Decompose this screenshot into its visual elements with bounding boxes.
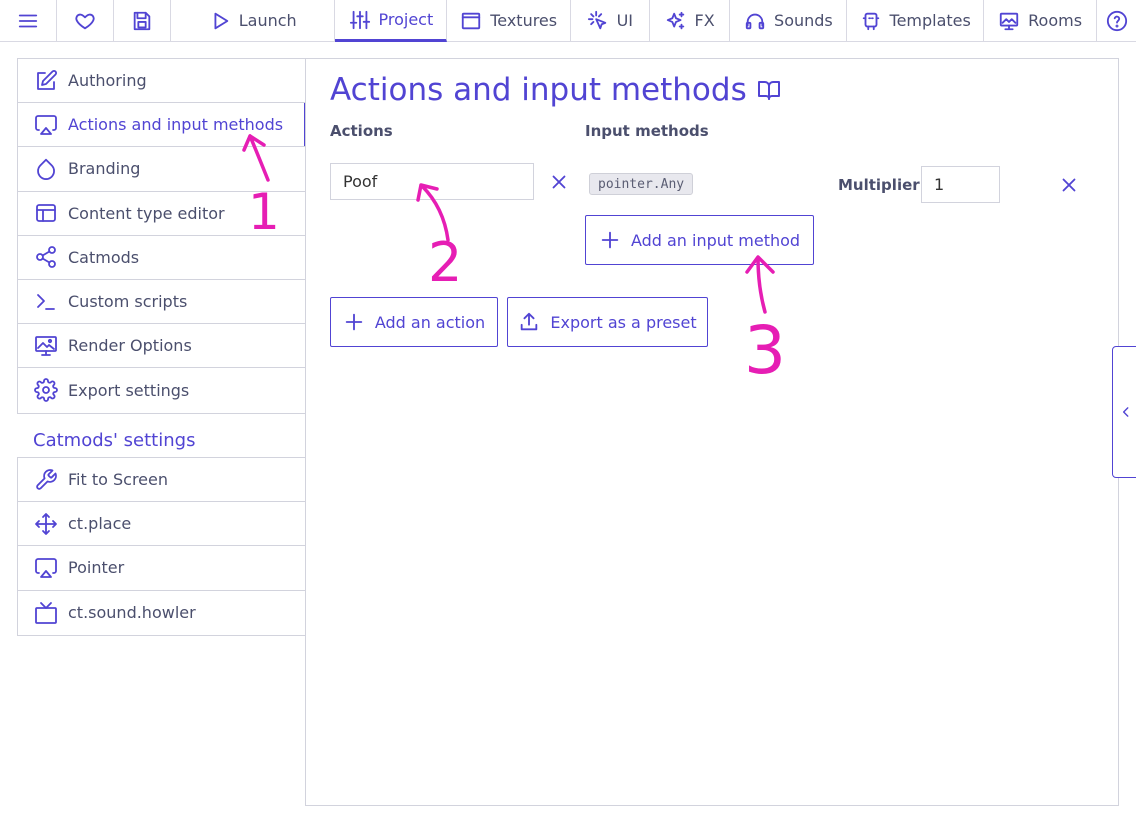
- sidebar-item-label: Pointer: [68, 558, 125, 578]
- book-open-icon[interactable]: [757, 78, 781, 102]
- sidebar-item-branding[interactable]: Branding: [18, 147, 306, 192]
- plus-icon: [345, 313, 363, 331]
- page-title-text: Actions and input methods: [330, 72, 747, 108]
- room-icon: [999, 12, 1019, 30]
- droplet-icon: [37, 158, 55, 180]
- sidebar-item-content-type-editor[interactable]: Content type editor: [18, 192, 306, 236]
- input-method-code: pointer.Any: [589, 173, 694, 195]
- layout-icon: [36, 204, 56, 223]
- actions-column-header: Actions: [330, 122, 393, 140]
- delete-input-method-button[interactable]: [1058, 174, 1080, 196]
- save-button[interactable]: [114, 0, 172, 41]
- export-preset-button[interactable]: Export as a preset: [507, 297, 708, 347]
- help-button[interactable]: [1097, 0, 1136, 41]
- tab-ui-label: UI: [616, 11, 634, 30]
- sidebar-item-label: ct.sound.howler: [68, 603, 196, 623]
- tab-launch-label: Launch: [238, 11, 297, 30]
- sidebar-item-custom-scripts[interactable]: Custom scripts: [18, 280, 306, 325]
- airplay-icon: [35, 558, 57, 578]
- tab-fx-label: FX: [694, 11, 715, 30]
- save-icon: [133, 11, 151, 30]
- add-action-button[interactable]: Add an action: [330, 297, 498, 347]
- catmods-settings-list: Fit to Screen ct.place Pointer ct.sound.…: [17, 457, 306, 636]
- sidebar-item-actions[interactable]: Actions and input methods: [18, 103, 306, 148]
- close-icon: [1062, 178, 1076, 192]
- sliders-icon: [349, 10, 370, 29]
- close-icon: [552, 175, 566, 189]
- sidebar-item-catmods[interactable]: Catmods: [18, 236, 306, 280]
- tab-templates-label: Templates: [889, 11, 971, 30]
- sidebar-item-label: Fit to Screen: [68, 470, 168, 490]
- share-nodes-icon: [36, 246, 56, 269]
- add-action-label: Add an action: [374, 312, 486, 332]
- sidebar-item-ct-place[interactable]: ct.place: [18, 502, 306, 547]
- edit-icon: [37, 69, 57, 90]
- chevron-left-icon: [1122, 407, 1129, 417]
- tab-ui[interactable]: UI: [571, 0, 650, 41]
- terminal-icon: [37, 293, 55, 310]
- tab-textures[interactable]: Textures: [447, 0, 571, 41]
- sidebar-item-label: Render Options: [68, 336, 192, 356]
- page-title: Actions and input methods: [330, 72, 781, 108]
- tab-sounds[interactable]: Sounds: [730, 0, 848, 41]
- gear-icon: [34, 378, 58, 403]
- upload-icon: [521, 312, 538, 331]
- tab-sounds-label: Sounds: [774, 11, 833, 30]
- favorites-button[interactable]: [57, 0, 115, 41]
- airplay-icon: [35, 114, 57, 135]
- input-methods-column-header: Input methods: [585, 122, 709, 140]
- add-input-method-button[interactable]: Add an input method: [585, 215, 814, 265]
- sidebar-item-label: ct.place: [68, 514, 132, 534]
- delete-action-button[interactable]: [548, 171, 570, 193]
- sidebar-item-label: Content type editor: [68, 203, 225, 223]
- sidebar-item-authoring[interactable]: Authoring: [18, 59, 306, 104]
- plus-icon: [601, 231, 619, 249]
- sidebar-item-pointer[interactable]: Pointer: [18, 546, 306, 591]
- heart-icon: [75, 13, 95, 29]
- tab-fx[interactable]: FX: [650, 0, 731, 41]
- tab-textures-label: Textures: [490, 11, 558, 30]
- tab-project-label: Project: [378, 10, 434, 29]
- sidebar-item-label: Branding: [68, 159, 141, 179]
- tab-templates[interactable]: Templates: [847, 0, 985, 41]
- project-settings-list: Authoring Actions and input methods Bran…: [17, 58, 306, 414]
- monitor-image-icon: [35, 335, 57, 356]
- sidebar-item-label: Authoring: [68, 71, 147, 91]
- add-input-method-label: Add an input method: [630, 230, 801, 250]
- texture-icon: [462, 12, 481, 29]
- sidebar-item-ct-sound-howler[interactable]: ct.sound.howler: [18, 591, 306, 635]
- sidebar-item-fit-to-screen[interactable]: Fit to Screen: [18, 458, 306, 503]
- headphones-icon: [745, 13, 765, 29]
- menu-button[interactable]: [0, 0, 58, 41]
- cursor-click-icon: [587, 10, 606, 29]
- collapse-side-panel-button[interactable]: [1112, 346, 1136, 478]
- multiplier-label: Multiplier:: [838, 176, 926, 194]
- hamburger-menu-icon: [18, 14, 38, 27]
- template-icon: [862, 12, 879, 30]
- sidebar-item-label: Custom scripts: [68, 292, 188, 312]
- export-preset-label: Export as a preset: [550, 312, 697, 332]
- sparkles-icon: [666, 11, 684, 29]
- tab-launch[interactable]: Launch: [171, 0, 336, 41]
- top-navigation: Launch Project Textures UI FX Sounds Tem…: [0, 0, 1136, 42]
- tv-icon: [35, 601, 57, 624]
- sidebar-item-label: Actions and input methods: [68, 115, 284, 135]
- help-icon: [1106, 10, 1127, 31]
- wrench-icon: [36, 468, 57, 490]
- catmods-settings-heading: Catmods' settings: [33, 430, 196, 451]
- sidebar-item-label: Catmods: [68, 247, 140, 267]
- sidebar-item-export-settings[interactable]: Export settings: [18, 368, 306, 412]
- move-arrows-icon: [35, 512, 57, 535]
- multiplier-input[interactable]: [921, 166, 1000, 203]
- tab-rooms-label: Rooms: [1028, 11, 1083, 30]
- action-name-input[interactable]: [330, 163, 534, 200]
- tab-project[interactable]: Project: [335, 0, 448, 42]
- sidebar-item-render-options[interactable]: Render Options: [18, 324, 306, 369]
- sidebar-item-label: Export settings: [68, 380, 190, 400]
- tab-rooms[interactable]: Rooms: [984, 0, 1098, 41]
- play-icon: [214, 12, 228, 29]
